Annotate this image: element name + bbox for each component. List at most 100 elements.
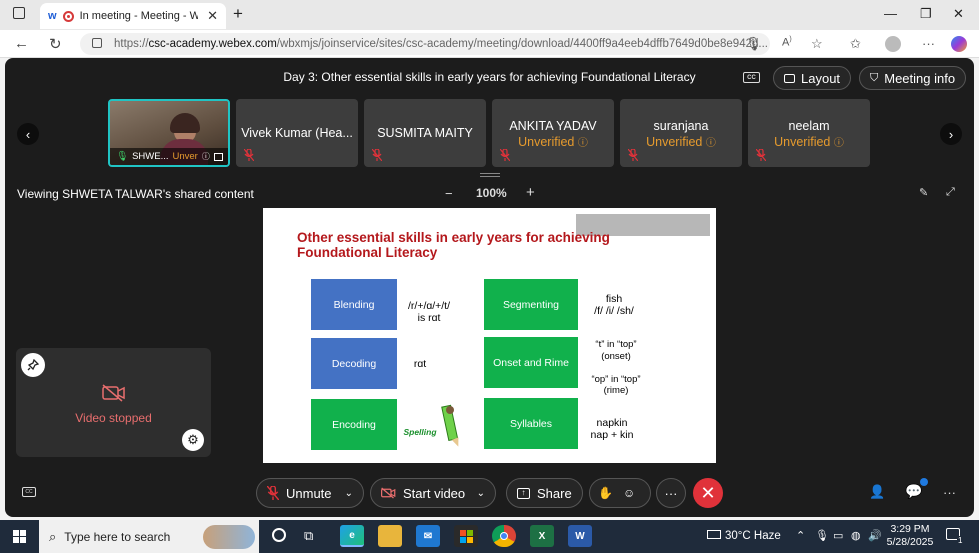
windows-start-icon[interactable] [13,530,27,544]
raise-hand-icon[interactable]: ✋ [598,486,613,500]
muted-mic-icon [372,149,382,161]
participant-name: suranjana [653,119,709,133]
cc-toggle-icon[interactable]: CC [22,487,36,497]
favorites-list-icon[interactable]: ✩ [850,36,861,52]
unmute-button[interactable]: Unmute ⌄ [256,478,364,508]
profile-avatar[interactable] [885,36,901,52]
fullscreen-icon[interactable]: ⤢ [946,186,955,199]
slide-box-blending: Blending [311,279,397,330]
chrome-icon[interactable] [492,525,516,547]
network-icon[interactable]: ◍ [851,529,861,542]
participants-prev-button[interactable]: ‹ [17,123,39,145]
start-video-button[interactable]: Start video ⌄ [370,478,496,508]
favorite-star-icon[interactable]: ☆ [811,36,823,52]
more-panels-icon[interactable]: ··· [943,485,956,500]
close-window-button[interactable]: ✕ [953,6,964,22]
chat-icon[interactable]: 💬 [905,483,922,500]
back-arrow-icon[interactable]: ← [14,35,29,52]
weather-widget[interactable]: 30°C Haze [707,530,781,542]
pin-icon[interactable] [21,353,45,377]
browser-tab[interactable]: w In meeting - Meeting - Webex ✕ [40,3,226,29]
tab-actions-icon[interactable] [13,7,25,19]
cortana-icon[interactable] [272,528,286,542]
participant-tile[interactable]: SUSMITA MAITY [364,99,486,167]
url-prefix: https:// [114,38,149,50]
notification-count: 1 [957,536,964,545]
minimize-button[interactable]: — [884,6,897,21]
filmstrip-drag-handle[interactable] [480,173,500,177]
task-view-icon[interactable]: ⧉ [304,528,313,544]
meeting-info-button[interactable]: ⛉ Meeting info [859,66,967,90]
zoom-in-button[interactable]: + [526,184,535,201]
refresh-icon[interactable]: ↻ [49,35,62,53]
read-aloud-icon[interactable]: A) [782,36,792,49]
participant-tile[interactable]: ANKITA YADAV Unverified ⓘ [492,99,614,167]
annotate-icon[interactable]: ✎ [919,186,928,199]
clock-date: 5/28/2025 [886,536,934,548]
muted-mic-icon [628,149,638,161]
layout-icon [784,73,795,83]
share-screen-icon: ↑ [517,487,530,499]
viewing-shared-content-label: Viewing SHWETA TALWAR's shared content [17,187,254,201]
url-path: /wbxmjs/joinservice/sites/csc-academy/me… [276,38,768,50]
edge-taskbar-icon[interactable]: e [340,525,364,547]
more-menu-icon[interactable]: ··· [922,36,935,51]
excel-icon[interactable]: X [530,525,554,547]
chat-notification-dot [920,478,928,486]
participant-tile[interactable]: neelam Unverified ⓘ [748,99,870,167]
meeting-window: Day 3: Other essential skills in early y… [5,58,974,517]
slide-box-syllables: Syllables [484,398,578,449]
participants-panel-icon[interactable]: 👤 [869,484,885,500]
restore-button[interactable]: ❐ [920,6,932,22]
show-hidden-icons-chevron-icon[interactable]: ⌃ [796,529,805,542]
start-video-label: Start video [403,485,466,501]
layout-button[interactable]: Layout [773,66,852,90]
participant-tile[interactable]: suranjana Unverified ⓘ [620,99,742,167]
emoji-reaction-icon[interactable]: ☺ [623,486,635,500]
windows-taskbar: ⌕ Type here to search ⧉ e ✉ X W 30°C Haz… [0,520,979,553]
taskbar-search-box[interactable]: ⌕ Type here to search [39,520,259,553]
settings-gear-icon[interactable]: ⚙ [182,429,204,451]
clock-time: 3:29 PM [890,523,930,535]
weather-text: 30°C Haze [725,530,781,542]
microphone-tray-icon[interactable]: 🎙 [815,529,829,542]
participant-tile[interactable]: Vivek Kumar (Hea... [236,99,358,167]
taskbar-clock[interactable]: 3:29 PM 5/28/2025 [884,523,936,549]
participant-status: Unver [172,151,198,162]
microphone-icon[interactable]: 🎙 [745,36,762,52]
participant-name: SHWE... [132,151,169,162]
video-off-icon [381,487,396,499]
copilot-icon[interactable] [951,36,967,52]
participant-tile-active[interactable]: 🎙 SHWE... Unver ⓘ [108,99,230,167]
volume-icon[interactable]: 🔊 [868,529,882,542]
slide-example-onset-rime: “t” in “top” (onset) “op” in “top” (rime… [591,339,641,396]
more-options-button[interactable]: ··· [656,478,686,508]
recording-dot-icon [62,10,74,22]
new-tab-button[interactable]: + [233,4,243,24]
closed-captions-icon[interactable]: CC [743,72,760,83]
slide-box-onset-rime: Onset and Rime [484,337,578,388]
share-icon [213,152,223,161]
meeting-info-label: Meeting info [884,70,956,86]
zoom-out-button[interactable]: − [445,186,453,201]
address-bar-row: ← ↻ https://csc-academy.webex.com/wbxmjs… [0,30,979,58]
mail-icon[interactable]: ✉ [416,525,440,547]
mic-on-icon: 🎙 [116,151,129,162]
share-label: Share [537,485,572,501]
browser-tab-bar: w In meeting - Meeting - Webex ✕ + — ❐ ✕ [0,0,979,30]
lock-icon [92,38,102,48]
leave-meeting-button[interactable]: ✕ [693,478,723,508]
store-icon[interactable] [454,525,478,547]
chevron-down-icon[interactable]: ⌄ [477,488,485,499]
tab-close-icon[interactable]: ✕ [207,8,218,24]
chevron-down-icon[interactable]: ⌄ [345,488,353,499]
file-explorer-icon[interactable] [378,525,402,547]
url-field[interactable]: https://csc-academy.webex.com/wbxmjs/joi… [80,33,770,55]
slide-example-encoding: Spelling [403,427,437,437]
slide-box-decoding: Decoding [311,338,397,389]
zoom-level: 100% [476,186,507,200]
display-tray-icon[interactable]: ▭ [833,529,843,542]
share-button[interactable]: ↑ Share [506,478,583,508]
participants-next-button[interactable]: › [940,123,962,145]
word-icon[interactable]: W [568,525,592,547]
